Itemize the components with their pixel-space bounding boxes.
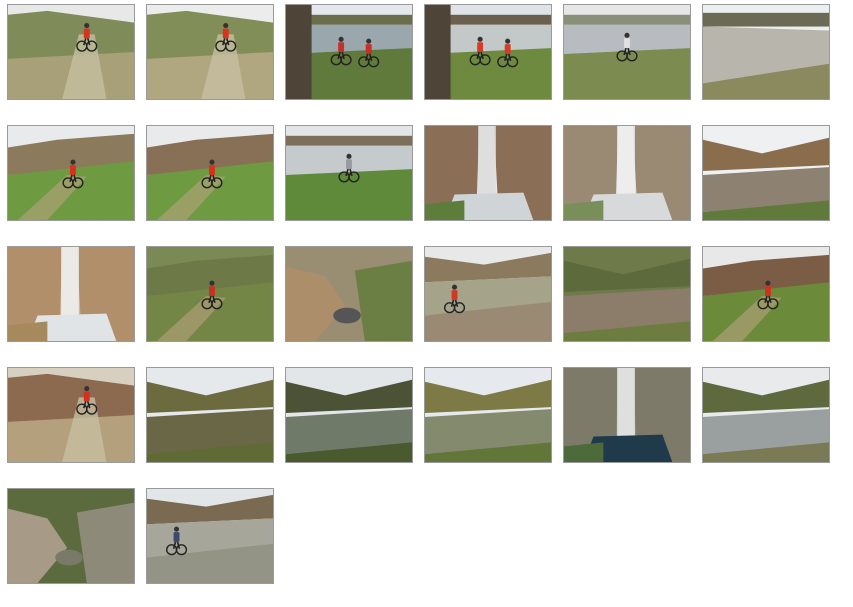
photo-thumbnail[interactable] (702, 367, 830, 463)
photo-thumbnail[interactable] (563, 125, 691, 221)
photo-thumbnail[interactable] (285, 246, 413, 342)
photo-image (703, 368, 829, 462)
photo-thumbnail[interactable] (7, 4, 135, 100)
photo-image (564, 5, 690, 99)
photo-image (147, 489, 273, 583)
photo-thumbnail[interactable] (424, 246, 552, 342)
photo-image (564, 247, 690, 341)
photo-image (147, 368, 273, 462)
photo-image (425, 5, 551, 99)
photo-thumbnail[interactable] (702, 246, 830, 342)
photo-image (147, 126, 273, 220)
photo-thumbnail[interactable] (424, 4, 552, 100)
photo-gallery (0, 0, 853, 607)
photo-image (147, 247, 273, 341)
photo-image (703, 5, 829, 99)
photo-thumbnail[interactable] (285, 125, 413, 221)
photo-thumbnail[interactable] (702, 125, 830, 221)
photo-image (8, 5, 134, 99)
photo-thumbnail[interactable] (146, 125, 274, 221)
photo-image (8, 247, 134, 341)
photo-image (147, 5, 273, 99)
photo-thumbnail[interactable] (285, 367, 413, 463)
photo-thumbnail[interactable] (146, 246, 274, 342)
photo-image (703, 247, 829, 341)
photo-thumbnail[interactable] (285, 4, 413, 100)
photo-thumbnail[interactable] (424, 367, 552, 463)
photo-thumbnail[interactable] (146, 4, 274, 100)
photo-thumbnail[interactable] (7, 367, 135, 463)
photo-image (8, 489, 134, 583)
photo-image (286, 368, 412, 462)
photo-thumbnail[interactable] (146, 488, 274, 584)
photo-image (8, 368, 134, 462)
photo-thumbnail[interactable] (7, 125, 135, 221)
photo-image (425, 126, 551, 220)
photo-image (286, 126, 412, 220)
photo-thumbnail[interactable] (146, 367, 274, 463)
photo-image (564, 126, 690, 220)
photo-thumbnail[interactable] (563, 4, 691, 100)
photo-image (703, 126, 829, 220)
photo-thumbnail[interactable] (563, 367, 691, 463)
photo-image (425, 247, 551, 341)
photo-image (286, 247, 412, 341)
photo-image (425, 368, 551, 462)
photo-thumbnail[interactable] (702, 4, 830, 100)
photo-thumbnail[interactable] (424, 125, 552, 221)
photo-thumbnail[interactable] (7, 246, 135, 342)
photo-thumbnail[interactable] (563, 246, 691, 342)
photo-image (286, 5, 412, 99)
photo-image (564, 368, 690, 462)
photo-image (8, 126, 134, 220)
photo-thumbnail[interactable] (7, 488, 135, 584)
